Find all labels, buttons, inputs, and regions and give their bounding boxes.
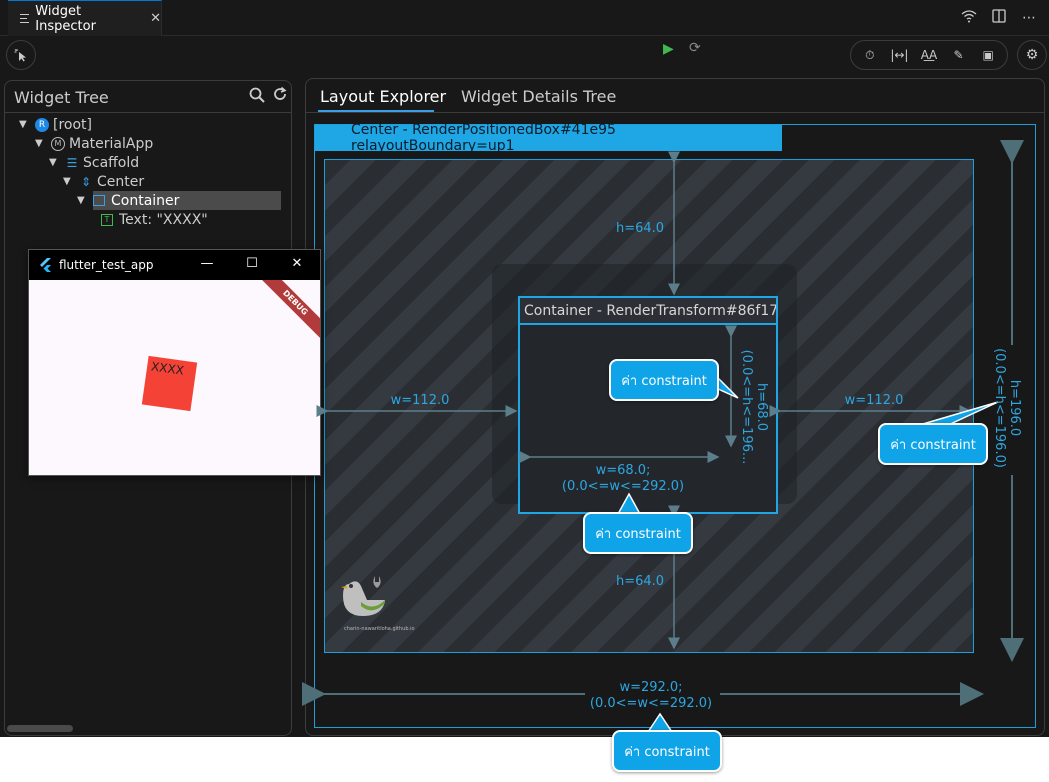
inner-height-label: h=68.0 (0.0<=h<=196... bbox=[735, 347, 769, 467]
tab-widget-details-tree[interactable]: Widget Details Tree bbox=[461, 87, 616, 106]
inner-height-value: h=68.0 bbox=[754, 382, 769, 432]
root-badge-icon: R bbox=[35, 117, 49, 132]
active-tab-indicator bbox=[318, 110, 434, 112]
slow-animations-icon[interactable]: ⏱ bbox=[856, 48, 884, 63]
debug-toggles-group: ⏱ |↔| A͟A ✎ ▣ bbox=[850, 40, 1008, 70]
inner-width-constraint: (0.0<=w<=292.0) bbox=[561, 479, 685, 494]
constraint-callout-inner-height: ค่า constraint bbox=[609, 359, 719, 401]
container-icon bbox=[93, 195, 105, 206]
tree-node-label: MaterialApp bbox=[69, 135, 154, 152]
tree-node-label: [root] bbox=[53, 116, 92, 133]
select-widget-mode-icon[interactable] bbox=[6, 40, 36, 70]
title-actions: ⋯ bbox=[961, 0, 1037, 36]
chevron-down-icon[interactable]: ▼ bbox=[63, 176, 75, 187]
maximize-icon[interactable]: ☐ bbox=[244, 256, 260, 271]
center-render-header[interactable]: Center - RenderPositionedBox#41e95 relay… bbox=[315, 122, 782, 154]
app-window-body: DEBUG XXXX bbox=[29, 280, 320, 475]
watermark-logo bbox=[341, 576, 385, 616]
refresh-icon[interactable] bbox=[272, 86, 288, 106]
scaffold-icon: ☰ bbox=[66, 155, 78, 170]
tree-node-label: Center bbox=[97, 173, 145, 190]
container-text: XXXX bbox=[150, 359, 185, 378]
app-window-title: flutter_test_app bbox=[59, 258, 154, 272]
tree-node-label: Text: "XXXX" bbox=[119, 211, 208, 228]
tree-node-label: Scaffold bbox=[83, 154, 140, 171]
top-padding-label: h=64.0 bbox=[615, 221, 665, 236]
title-bar: Widget Inspector ✕ ⋯ bbox=[0, 0, 1049, 36]
split-editor-icon[interactable] bbox=[991, 9, 1007, 27]
hot-restart-icon[interactable]: ⟳ bbox=[689, 40, 701, 56]
chevron-down-icon[interactable]: ▼ bbox=[35, 138, 47, 149]
inner-width-label: w=68.0; (0.0<=w<=292.0) bbox=[548, 463, 698, 495]
search-icon[interactable] bbox=[249, 87, 265, 107]
outer-height-label: h=196.0 (0.0<=h<=196.0) bbox=[988, 346, 1022, 470]
tree-node-materialapp[interactable]: ▼ M MaterialApp bbox=[35, 134, 153, 153]
constraint-callout-inner-width: ค่า constraint bbox=[583, 512, 693, 554]
details-tabs: Layout Explorer Widget Details Tree bbox=[306, 79, 1044, 113]
tree-node-center[interactable]: ▼ ⇕ Center bbox=[63, 172, 144, 191]
tree-node-label: Container bbox=[111, 192, 180, 209]
chevron-down-icon[interactable]: ▼ bbox=[77, 195, 89, 206]
container-render-header[interactable]: Container - RenderTransform#86f17... bbox=[520, 298, 776, 325]
outer-height-constraint: (0.0<=h<=196.0) bbox=[992, 348, 1007, 468]
outer-width-label: w=292.0; (0.0<=w<=292.0) bbox=[576, 680, 726, 712]
left-padding-label: w=112.0 bbox=[390, 393, 450, 408]
flutter-logo-icon bbox=[39, 258, 53, 272]
tab-layout-explorer[interactable]: Layout Explorer bbox=[320, 87, 446, 106]
chevron-down-icon[interactable]: ▼ bbox=[49, 157, 61, 168]
rotated-container: XXXX bbox=[141, 355, 198, 412]
show-guidelines-icon[interactable]: |↔| bbox=[885, 48, 913, 62]
inner-height-constraint: (0.0<=h<=196... bbox=[739, 349, 754, 465]
wifi-icon[interactable] bbox=[961, 9, 977, 27]
close-tab-icon[interactable]: ✕ bbox=[150, 11, 161, 26]
bottom-padding-label: h=64.0 bbox=[615, 574, 665, 589]
text-widget-icon: T bbox=[101, 213, 113, 226]
highlight-oversized-images-icon[interactable]: ▣ bbox=[974, 48, 1002, 62]
watermark-text: charin-nawaritloha.github.io bbox=[344, 626, 415, 632]
tab-widget-inspector[interactable]: Widget Inspector ✕ bbox=[8, 0, 162, 36]
widget-tree-header: Widget Tree bbox=[5, 81, 291, 113]
tab-label: Widget Inspector bbox=[35, 3, 96, 34]
debug-banner: DEBUG bbox=[251, 280, 320, 347]
horizontal-scrollbar[interactable] bbox=[7, 725, 73, 732]
widget-tree-title: Widget Tree bbox=[14, 88, 109, 107]
inner-width-value: w=68.0; bbox=[595, 463, 651, 478]
tree-node-container[interactable]: ▼ Container bbox=[77, 191, 281, 210]
minimize-icon[interactable]: — bbox=[199, 256, 215, 271]
center-align-icon: ⇕ bbox=[80, 174, 92, 189]
chevron-down-icon[interactable]: ▼ bbox=[19, 119, 31, 130]
settings-icon[interactable]: ⚙ bbox=[1017, 40, 1047, 70]
toolbar: ▶ ⟳ ⏱ |↔| A͟A ✎ ▣ ⚙ bbox=[0, 37, 1049, 71]
selected-node-highlight: Container bbox=[93, 191, 281, 210]
highlight-repaints-icon[interactable]: ✎ bbox=[945, 48, 973, 62]
outer-width-constraint: (0.0<=w<=292.0) bbox=[589, 696, 713, 711]
constraint-callout-outer-width: ค่า constraint bbox=[612, 730, 722, 772]
constraint-callout-outer-height: ค่า constraint bbox=[878, 423, 988, 465]
tree-node-root[interactable]: ▼ R [root] bbox=[19, 115, 92, 134]
preview-icon bbox=[20, 14, 30, 23]
more-icon[interactable]: ⋯ bbox=[1021, 10, 1037, 26]
app-window-titlebar[interactable]: flutter_test_app — ☐ ✕ bbox=[29, 250, 320, 280]
outer-height-value: h=196.0 bbox=[1007, 379, 1022, 437]
close-window-icon[interactable]: ✕ bbox=[289, 256, 305, 271]
play-icon[interactable]: ▶ bbox=[663, 41, 674, 57]
material-icon: M bbox=[51, 136, 65, 151]
tree-node-text[interactable]: T Text: "XXXX" bbox=[101, 210, 208, 229]
show-baselines-icon[interactable]: A͟A bbox=[915, 48, 943, 62]
outer-width-value: w=292.0; bbox=[619, 680, 683, 695]
right-padding-label: w=112.0 bbox=[844, 393, 904, 408]
flutter-app-window[interactable]: flutter_test_app — ☐ ✕ DEBUG XXXX bbox=[28, 249, 321, 476]
tree-node-scaffold[interactable]: ▼ ☰ Scaffold bbox=[49, 153, 139, 172]
